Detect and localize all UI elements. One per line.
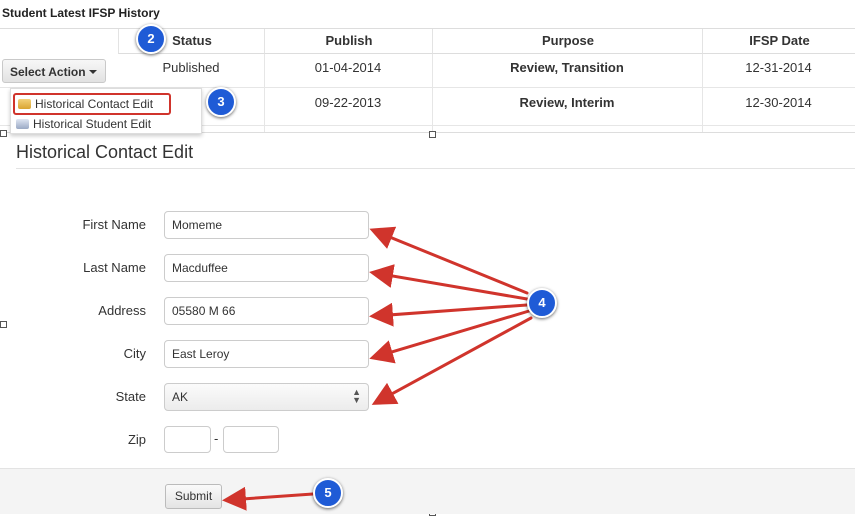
annotation-arrows xyxy=(222,226,533,511)
arrow-to-address xyxy=(369,302,529,327)
arrow-to-city xyxy=(369,309,531,364)
step-badge-5: 5 xyxy=(313,478,343,508)
arrow-to-state xyxy=(371,316,533,405)
arrow-to-first-name xyxy=(369,226,529,295)
step-badge-2: 2 xyxy=(136,24,166,54)
step-badge-3: 3 xyxy=(206,87,236,117)
step-badge-4: 4 xyxy=(527,288,557,318)
arrow-to-last-name xyxy=(369,264,529,301)
arrow-to-submit xyxy=(222,486,315,511)
